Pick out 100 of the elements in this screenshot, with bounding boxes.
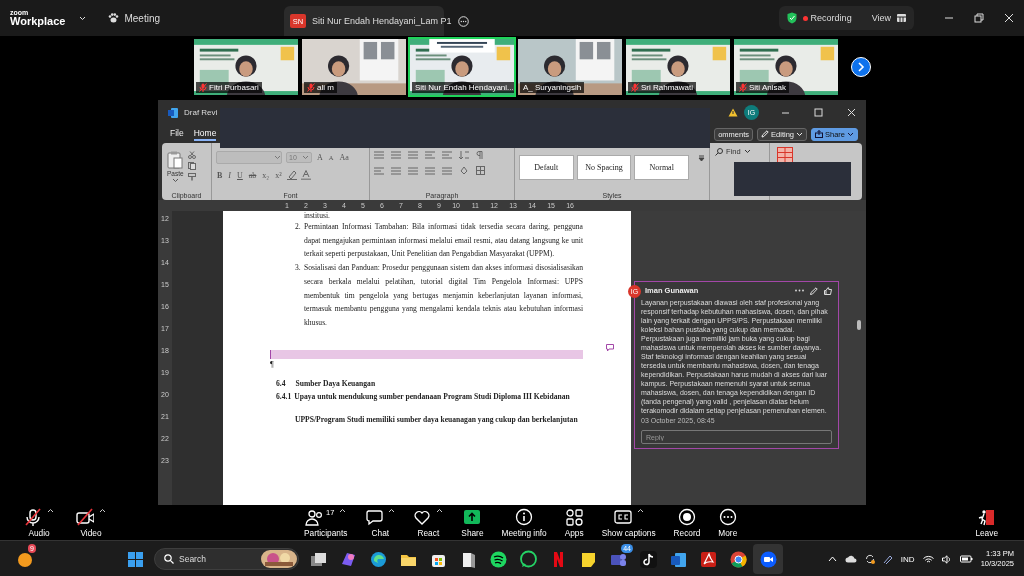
video-tile[interactable]: Siti Anisak [732, 37, 840, 97]
copy-icon [187, 162, 196, 170]
superscript-button[interactable]: x² [274, 170, 283, 180]
muted-microphone-icon [307, 83, 315, 92]
meeting-info-button[interactable]: Meeting info [495, 507, 553, 538]
thumbs-up-icon [824, 286, 832, 295]
justify-icon [425, 166, 435, 175]
font-color-icon [300, 170, 311, 180]
participant-name: Sri Rahmawati [641, 83, 693, 92]
paw-icon [108, 13, 120, 23]
search-icon [715, 147, 723, 156]
more-icon [457, 15, 469, 27]
participant-name: Siti Anisak [749, 83, 786, 92]
participant-name: ali m [317, 83, 334, 92]
caret-icon [796, 131, 803, 137]
style-option[interactable]: No Spacing [576, 155, 632, 180]
video-button[interactable]: Video [70, 507, 112, 538]
style-option[interactable]: Default [519, 155, 574, 180]
shading-icon [459, 166, 469, 175]
chat-button[interactable]: Chat [359, 507, 402, 538]
underline-button[interactable]: U [236, 170, 244, 180]
share-icon [815, 130, 823, 138]
subscript-button[interactable]: x₂ [261, 170, 271, 180]
chevron-right-icon [857, 62, 865, 72]
info-icon [515, 507, 534, 526]
browser-icon [368, 549, 388, 569]
cloud-icon [844, 555, 857, 563]
chevron-up-icon [827, 556, 837, 562]
restore-icon [974, 13, 984, 23]
tab-title: Siti Nur Endah Hendayani_Lam P1 [312, 16, 452, 26]
pilcrow-icon [476, 151, 483, 159]
captions-button[interactable]: Show captions [595, 507, 662, 538]
music-app-icon [488, 549, 508, 569]
caret-icon [79, 15, 87, 21]
video-tile[interactable]: Sri Rahmawati [624, 37, 732, 97]
align-center-icon [391, 166, 401, 175]
view-button[interactable]: View [871, 13, 891, 23]
paragraph-mark: ¶ [270, 359, 274, 369]
people-icon [305, 507, 323, 526]
grid-icon [897, 14, 906, 22]
muted-microphone-icon [739, 83, 747, 92]
more-button[interactable]: More [712, 507, 744, 538]
italic-button[interactable]: I [227, 170, 232, 180]
record-icon [677, 507, 696, 526]
pdf-app-icon [698, 549, 718, 569]
change-case-button[interactable]: Aa [338, 153, 350, 162]
grow-font-button[interactable]: A [316, 153, 324, 162]
apps-button[interactable]: Apps [558, 507, 590, 538]
taskbar-app[interactable] [753, 544, 783, 574]
line-spacing-icon [442, 166, 452, 175]
clipboard-icon [167, 151, 184, 169]
battery-icon [959, 555, 973, 563]
apps-icon [565, 507, 584, 526]
recording-dot [802, 15, 808, 21]
menu-tab[interactable]: File [170, 127, 184, 141]
pen-icon [882, 554, 893, 564]
app-logo: Workplace [10, 16, 66, 27]
video-tile[interactable]: Siti Nur Endah Hendayani... [408, 37, 516, 97]
scrollbar-thumb[interactable] [857, 320, 861, 330]
strikethrough-button[interactable]: ab [247, 170, 258, 180]
leave-button[interactable]: Leave [969, 507, 1004, 538]
decrease-indent-icon [425, 151, 435, 159]
next-page-button[interactable] [851, 57, 871, 77]
maximize-icon [814, 108, 823, 117]
caret-icon [743, 149, 751, 154]
muted-microphone-icon [199, 83, 207, 92]
exit-icon [977, 507, 996, 526]
share-button[interactable]: Share [455, 507, 490, 538]
bold-button[interactable]: B [216, 170, 224, 180]
comment-icon [606, 344, 614, 352]
react-button[interactable]: React [407, 507, 450, 538]
increase-indent-icon [442, 151, 452, 159]
meeting-label[interactable]: Meeting [124, 12, 160, 24]
caret-icon [302, 155, 309, 160]
video-tile[interactable]: ali m [300, 37, 408, 97]
participant-name: Fitri Purbasari [209, 83, 259, 92]
muted-microphone-icon [24, 507, 42, 526]
menu-tab[interactable]: Home [193, 127, 217, 141]
browser-circle-icon [728, 549, 748, 569]
table-icon [777, 147, 793, 163]
numbered-list-icon [391, 151, 401, 159]
chat-bubble-icon [365, 507, 384, 526]
sync-icon [864, 554, 875, 564]
style-option[interactable]: Normal [634, 155, 689, 180]
audio-button[interactable]: Audio [18, 507, 60, 538]
align-right-icon [408, 166, 418, 175]
font-name-field[interactable] [216, 151, 282, 164]
bullet-list-icon [374, 151, 384, 159]
muted-camera-icon [76, 507, 94, 526]
language-indicator[interactable]: IND [900, 554, 915, 564]
speaker-icon [941, 554, 952, 564]
chat-app-icon [518, 549, 538, 569]
more-icon [718, 507, 737, 526]
shield-icon [786, 12, 797, 24]
record-button[interactable]: Record [667, 507, 707, 538]
video-tile[interactable]: A_ Suryaningsih [516, 37, 624, 97]
video-app-icon [758, 549, 778, 569]
video-tile[interactable]: Fitri Purbasari [192, 37, 300, 97]
warning-icon [728, 108, 738, 117]
participant-name: Siti Nur Endah Hendayani... [415, 83, 514, 92]
